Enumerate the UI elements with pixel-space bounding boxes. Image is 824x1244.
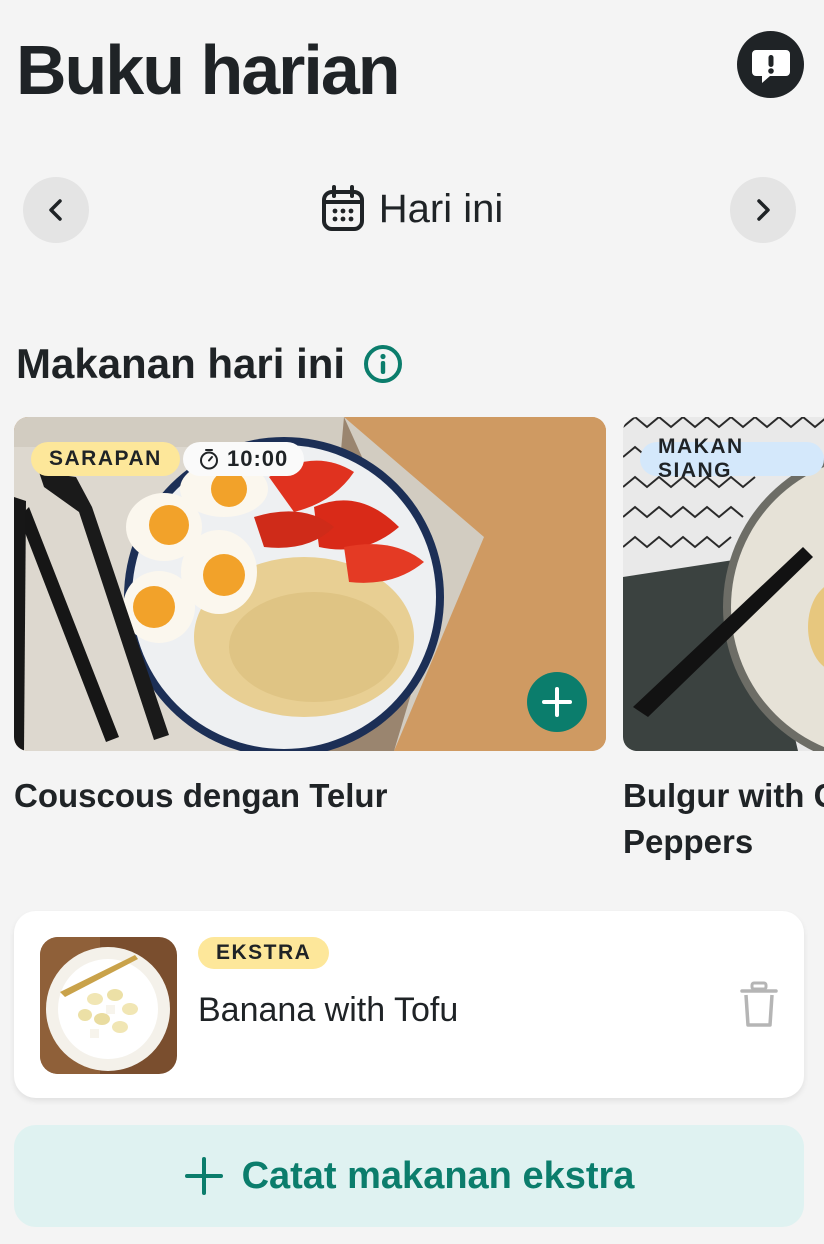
date-label: Hari ini bbox=[378, 186, 504, 231]
next-day-button[interactable] bbox=[730, 177, 796, 243]
add-extra-meal-label: Catat makanan ekstra bbox=[241, 1154, 635, 1197]
feedback-exclamation-icon bbox=[751, 49, 790, 83]
meals-section-header: Makanan hari ini bbox=[16, 340, 403, 388]
section-title: Makanan hari ini bbox=[16, 340, 346, 387]
meal-type-badge: MAKAN SIANG bbox=[640, 435, 824, 482]
trash-icon[interactable] bbox=[738, 981, 780, 1029]
meal-name-line-1: Bulgur with C bbox=[623, 777, 824, 814]
meal-name-line-2: Peppers bbox=[623, 823, 754, 860]
stopwatch-icon bbox=[200, 449, 218, 470]
chevron-right-icon bbox=[757, 199, 770, 221]
calendar-icon bbox=[321, 185, 364, 231]
extra-meal-photo bbox=[40, 937, 177, 1074]
meal-time: 10:00 bbox=[227, 446, 289, 471]
extra-meal-name: Banana with Tofu bbox=[198, 991, 459, 1029]
add-extra-meal-button[interactable]: Catat makanan ekstra bbox=[14, 1125, 804, 1227]
extra-badge: EKSTRA bbox=[198, 937, 330, 969]
meal-time-pill: 10:00 bbox=[183, 442, 305, 476]
meal-name: Couscous dengan Telur bbox=[14, 777, 388, 814]
feedback-button[interactable] bbox=[737, 31, 804, 98]
plus-icon bbox=[184, 1157, 223, 1195]
info-icon[interactable] bbox=[363, 344, 403, 384]
date-selector[interactable]: Hari ini bbox=[0, 185, 824, 233]
meal-name: Bulgur with C Peppers bbox=[623, 773, 824, 865]
page-title: Buku harian bbox=[16, 31, 401, 109]
meal-type-badge: SARAPAN bbox=[31, 442, 180, 476]
add-meal-button[interactable] bbox=[527, 672, 587, 732]
extra-meal-card[interactable]: EKSTRA Banana with Tofu bbox=[14, 911, 804, 1098]
plus-icon bbox=[542, 687, 572, 717]
